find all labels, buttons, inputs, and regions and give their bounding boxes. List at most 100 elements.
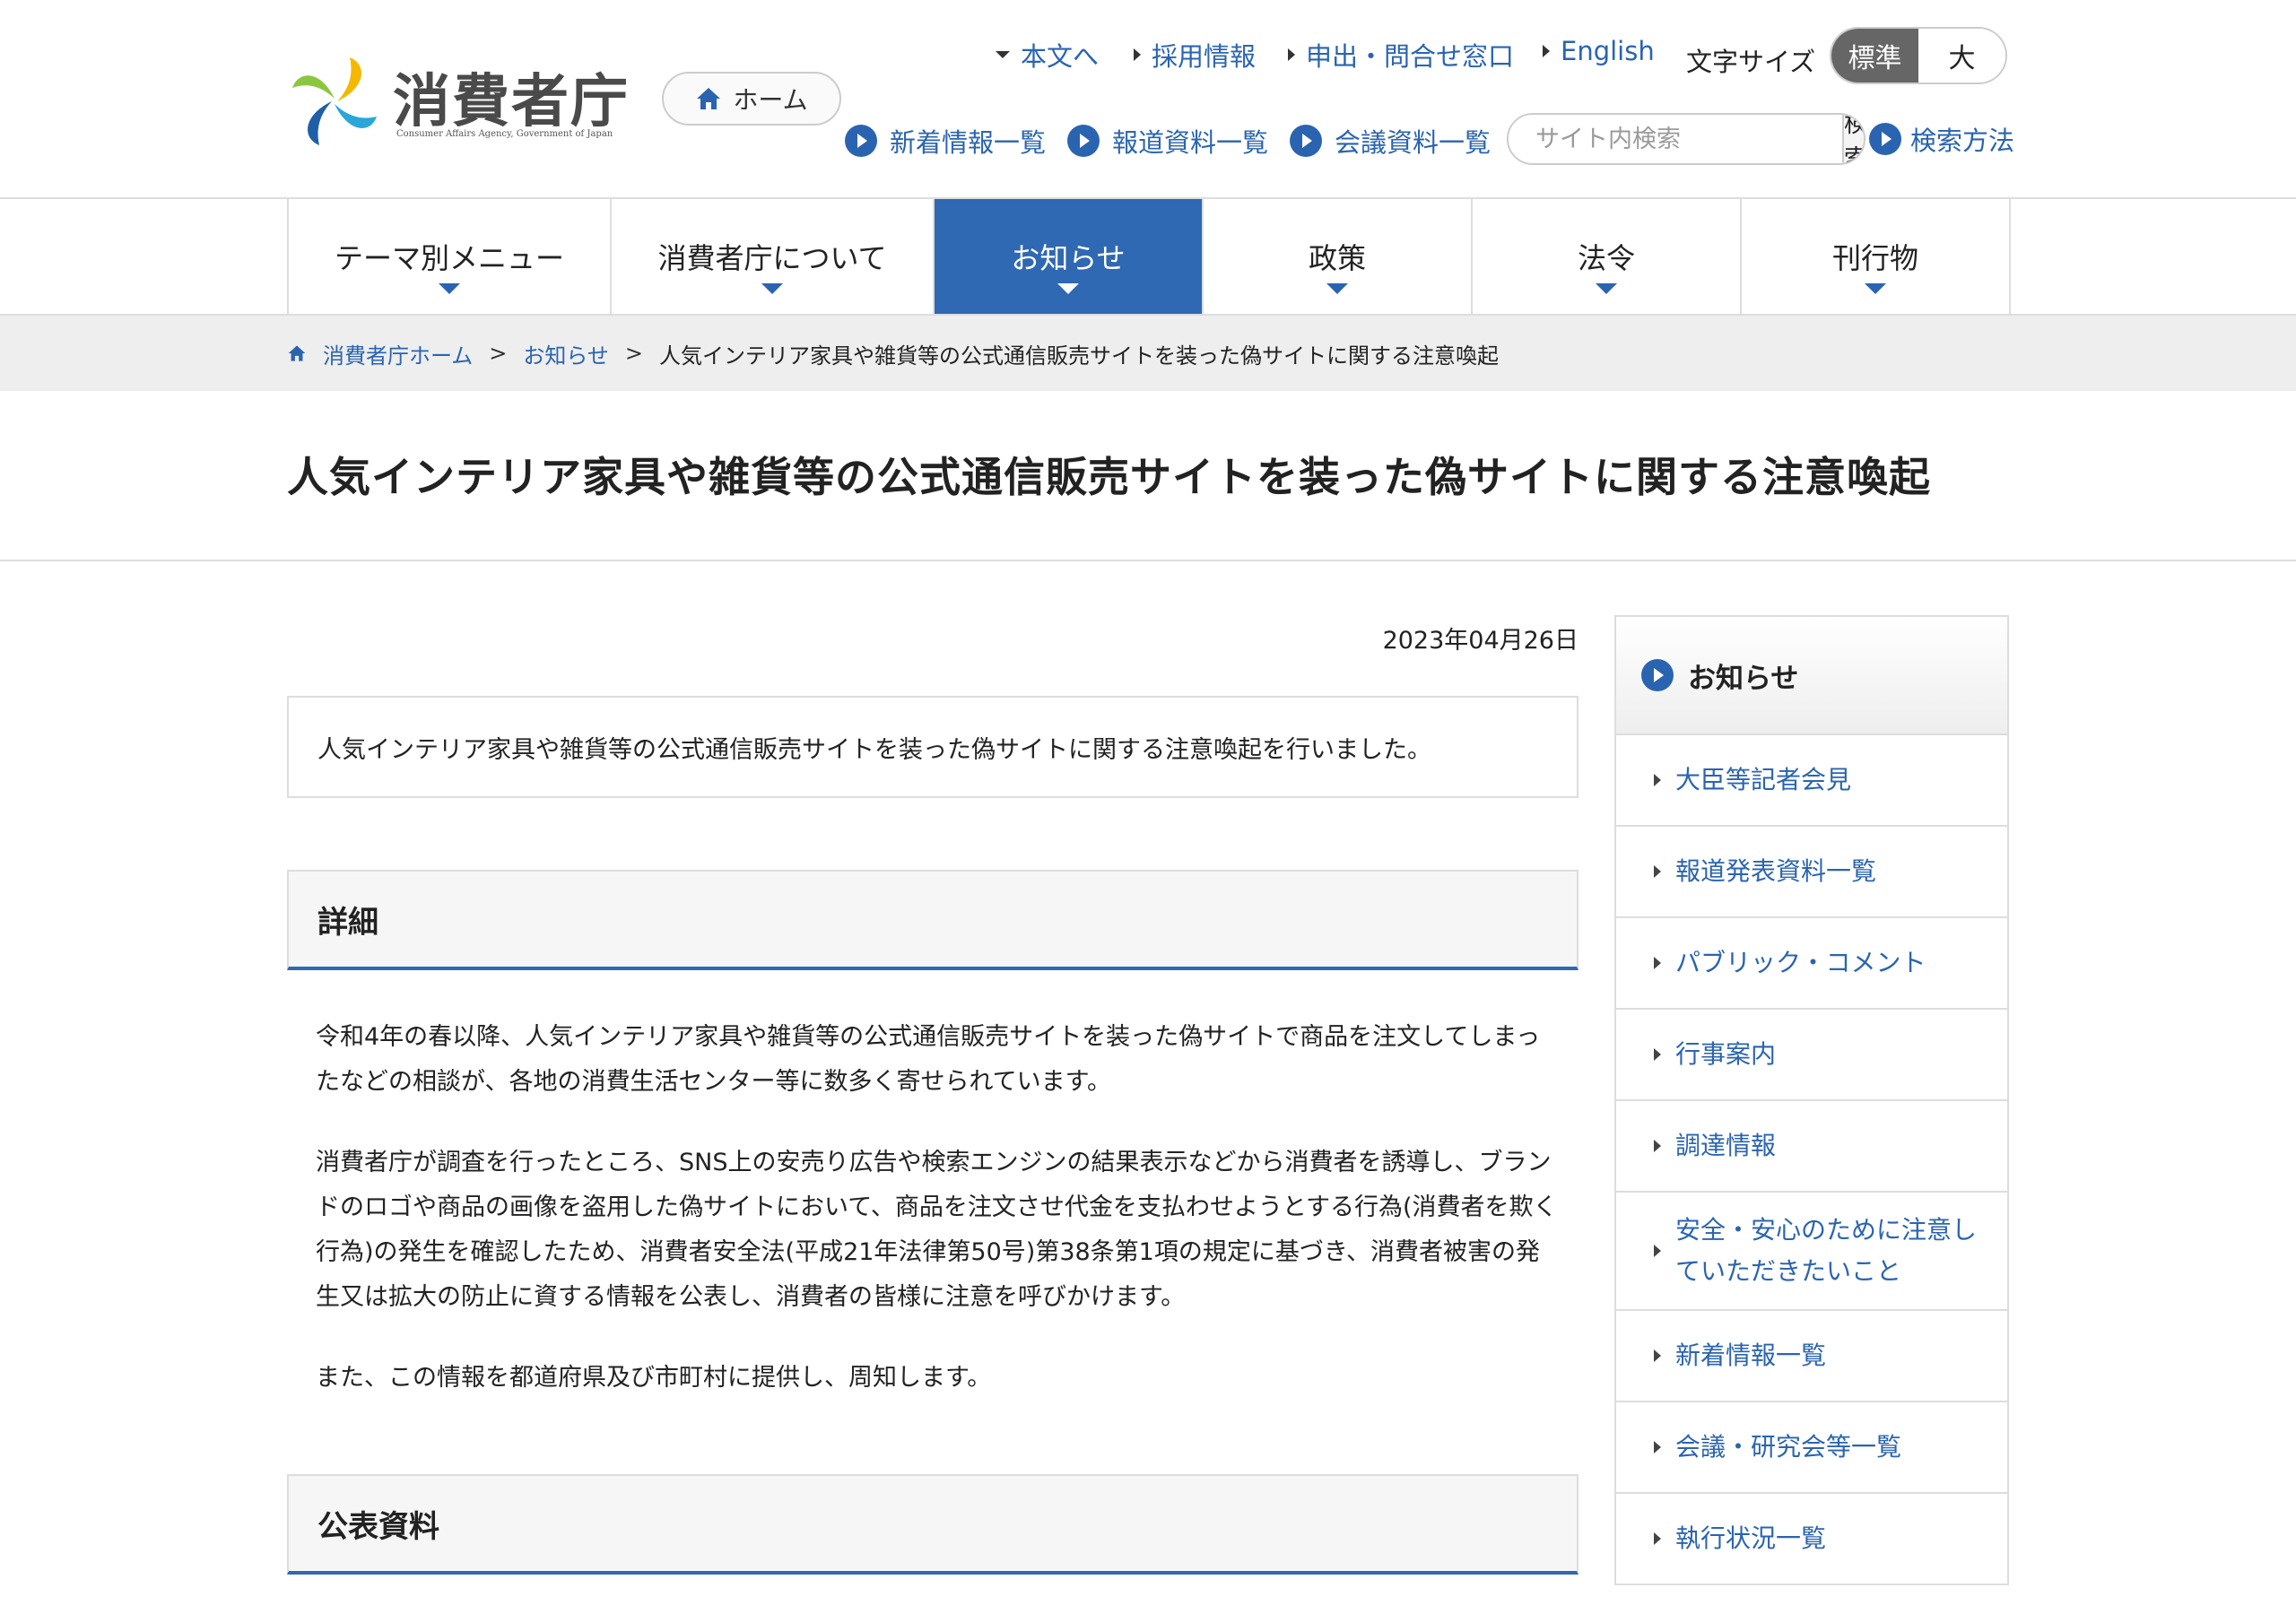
font-size-label: 文字サイズ: [1686, 47, 1816, 77]
title-area: 人気インテリア家具や雑貨等の公式通信販売サイトを装った偽サイトに関する注意喚起: [0, 391, 2296, 561]
sidebar-item-events[interactable]: 行事案内: [1616, 1010, 2007, 1101]
search-help-link[interactable]: 検索方法: [1869, 120, 2014, 158]
caret-right-icon: [1654, 1532, 1661, 1545]
caret-right-icon: [1654, 957, 1661, 969]
page-title: 人気インテリア家具や雑貨等の公式通信販売サイトを装った偽サイトに関する注意喚起: [287, 453, 1931, 501]
sidebar-item-label: 安全・安心のために注意していただきたいこと: [1675, 1215, 1978, 1286]
chevron-down-icon: [1057, 283, 1079, 294]
skip-to-content-label: 本文へ: [1021, 41, 1100, 72]
sidebar-item-safety-notices[interactable]: 安全・安心のために注意していただきたいこと: [1616, 1193, 2007, 1311]
sidebar: お知らせ 大臣等記者会見 報道発表資料一覧 パブリック・コメント 行事案内 調達…: [1614, 615, 2009, 1585]
chevron-down-icon: [1326, 283, 1348, 294]
nav-label: 消費者庁について: [657, 241, 887, 275]
nav-label: 刊行物: [1831, 241, 1918, 275]
nav-label: お知らせ: [1011, 241, 1126, 275]
public-docs-heading: 公表資料: [287, 1474, 1578, 1575]
details-paragraph: また、この情報を都道府県及び市町村に提供し、周知します。: [316, 1364, 992, 1392]
details-paragraph: 消費者庁が調査を行ったところ、SNS上の安売り広告や検索エンジンの結果表示などか…: [316, 1149, 1558, 1311]
publish-date: 2023年04月26日: [1382, 627, 1578, 655]
site-header: 消費者庁 Consumer Affairs Agency, Government…: [0, 0, 2296, 197]
logo-subtitle: Consumer Affairs Agency, Government of J…: [396, 129, 613, 139]
chevron-down-icon: [761, 283, 783, 294]
press-list-link[interactable]: 報道資料一覧: [1067, 122, 1268, 160]
sidebar-item-news-list[interactable]: 新着情報一覧: [1616, 1311, 2007, 1402]
arrow-circle-icon: [1641, 659, 1674, 691]
font-size-toggle: 標準 大: [1830, 27, 2007, 84]
sidebar-item-label: パブリック・コメント: [1675, 948, 1926, 977]
nav-label: 法令: [1577, 241, 1635, 275]
sidebar-item-press-conference[interactable]: 大臣等記者会見: [1616, 735, 2007, 827]
caret-right-icon: [1654, 865, 1661, 878]
sidebar-item-label: 執行状況一覧: [1675, 1523, 1827, 1553]
caret-right-icon: [1654, 774, 1661, 786]
caret-right-icon: [1654, 1441, 1661, 1453]
breadcrumb-home-link[interactable]: 消費者庁ホーム: [323, 338, 473, 369]
sidebar-item-public-comment[interactable]: パブリック・コメント: [1616, 918, 2007, 1010]
details-heading: 詳細: [287, 870, 1578, 970]
chevron-down-icon: [1596, 283, 1617, 294]
nav-law[interactable]: 法令: [1473, 199, 1742, 314]
breadcrumb-current: 人気インテリア家具や雑貨等の公式通信販売サイトを装った偽サイトに関する注意喚起: [659, 343, 1500, 369]
caret-right-icon: [1654, 1349, 1661, 1362]
site-search: 検索: [1507, 113, 1866, 165]
skip-to-content-link[interactable]: 本文へ: [996, 36, 1099, 74]
sidebar-item-enforcement[interactable]: 執行状況一覧: [1616, 1494, 2007, 1585]
logo-text: 消費者庁: [393, 69, 630, 135]
home-button-label: ホーム: [733, 85, 808, 115]
nav-label: テーマ別メニュー: [334, 241, 564, 275]
news-list-label: 新着情報一覧: [890, 127, 1047, 158]
breadcrumb-section-link[interactable]: お知らせ: [523, 338, 609, 369]
caret-right-icon: [1654, 1048, 1661, 1061]
arrow-circle-icon: [845, 125, 877, 157]
search-input[interactable]: [1509, 115, 1842, 163]
contact-link[interactable]: 申出・問合せ窓口: [1288, 36, 1514, 74]
sidebar-item-label: 行事案内: [1675, 1039, 1777, 1069]
breadcrumb-separator: >: [489, 341, 508, 366]
site-logo[interactable]: 消費者庁 Consumer Affairs Agency, Government…: [285, 52, 628, 151]
caret-right-icon: [1288, 48, 1295, 61]
details-paragraph: 令和4年の春以降、人気インテリア家具や雑貨等の公式通信販売サイトを装った偽サイト…: [316, 1023, 1541, 1096]
sidebar-title[interactable]: お知らせ: [1616, 617, 2007, 735]
recruit-label: 採用情報: [1152, 41, 1257, 72]
nav-publications[interactable]: 刊行物: [1742, 199, 2011, 314]
sidebar-item-procurement[interactable]: 調達情報: [1616, 1101, 2007, 1193]
sidebar-item-label: 調達情報: [1675, 1131, 1777, 1160]
sidebar-item-meetings[interactable]: 会議・研究会等一覧: [1616, 1402, 2007, 1494]
search-button[interactable]: 検索: [1842, 115, 1864, 163]
font-size-large-button[interactable]: 大: [1918, 29, 2005, 82]
nav-policy[interactable]: 政策: [1204, 199, 1473, 314]
nav-about[interactable]: 消費者庁について: [612, 199, 935, 314]
home-icon: [697, 88, 721, 109]
sidebar-item-label: 報道発表資料一覧: [1675, 856, 1877, 886]
sidebar-item-label: 新着情報一覧: [1675, 1341, 1827, 1370]
english-label: English: [1561, 36, 1655, 66]
breadcrumb: 消費者庁ホーム > お知らせ > 人気インテリア家具や雑貨等の公式通信販売サイト…: [0, 316, 2296, 391]
sidebar-title-label: お知らせ: [1688, 662, 1799, 695]
caret-right-icon: [1654, 1140, 1661, 1152]
contact-label: 申出・問合せ窓口: [1306, 41, 1515, 72]
arrow-circle-icon: [1290, 125, 1322, 157]
summary-text: 人気インテリア家具や雑貨等の公式通信販売サイトを装った偽サイトに関する注意喚起を…: [317, 735, 1431, 764]
search-help-label: 検索方法: [1910, 126, 2015, 156]
meeting-list-link[interactable]: 会議資料一覧: [1290, 122, 1491, 160]
caret-right-icon: [1654, 1245, 1661, 1257]
logo-mark-icon: [292, 57, 377, 145]
sidebar-item-press-releases[interactable]: 報道発表資料一覧: [1616, 827, 2007, 918]
nav-theme-menu[interactable]: テーマ別メニュー: [289, 199, 612, 314]
caret-right-icon: [1134, 48, 1141, 61]
recruit-link[interactable]: 採用情報: [1134, 36, 1256, 74]
global-nav: テーマ別メニュー 消費者庁について お知らせ 政策 法令 刊行物: [0, 197, 2296, 316]
caret-right-icon: [1543, 45, 1550, 57]
font-size-standard-button[interactable]: 標準: [1831, 29, 1918, 82]
english-link[interactable]: English: [1543, 36, 1655, 66]
sidebar-item-label: 会議・研究会等一覧: [1675, 1432, 1902, 1462]
sidebar-item-label: 大臣等記者会見: [1675, 765, 1852, 794]
home-icon: [288, 345, 306, 361]
nav-news[interactable]: お知らせ: [935, 199, 1204, 314]
meeting-list-label: 会議資料一覧: [1335, 127, 1492, 158]
home-button[interactable]: ホーム: [662, 72, 841, 126]
chevron-down-icon: [1865, 283, 1886, 294]
press-list-label: 報道資料一覧: [1112, 127, 1269, 158]
news-list-link[interactable]: 新着情報一覧: [845, 122, 1046, 160]
breadcrumb-separator: >: [624, 341, 644, 366]
